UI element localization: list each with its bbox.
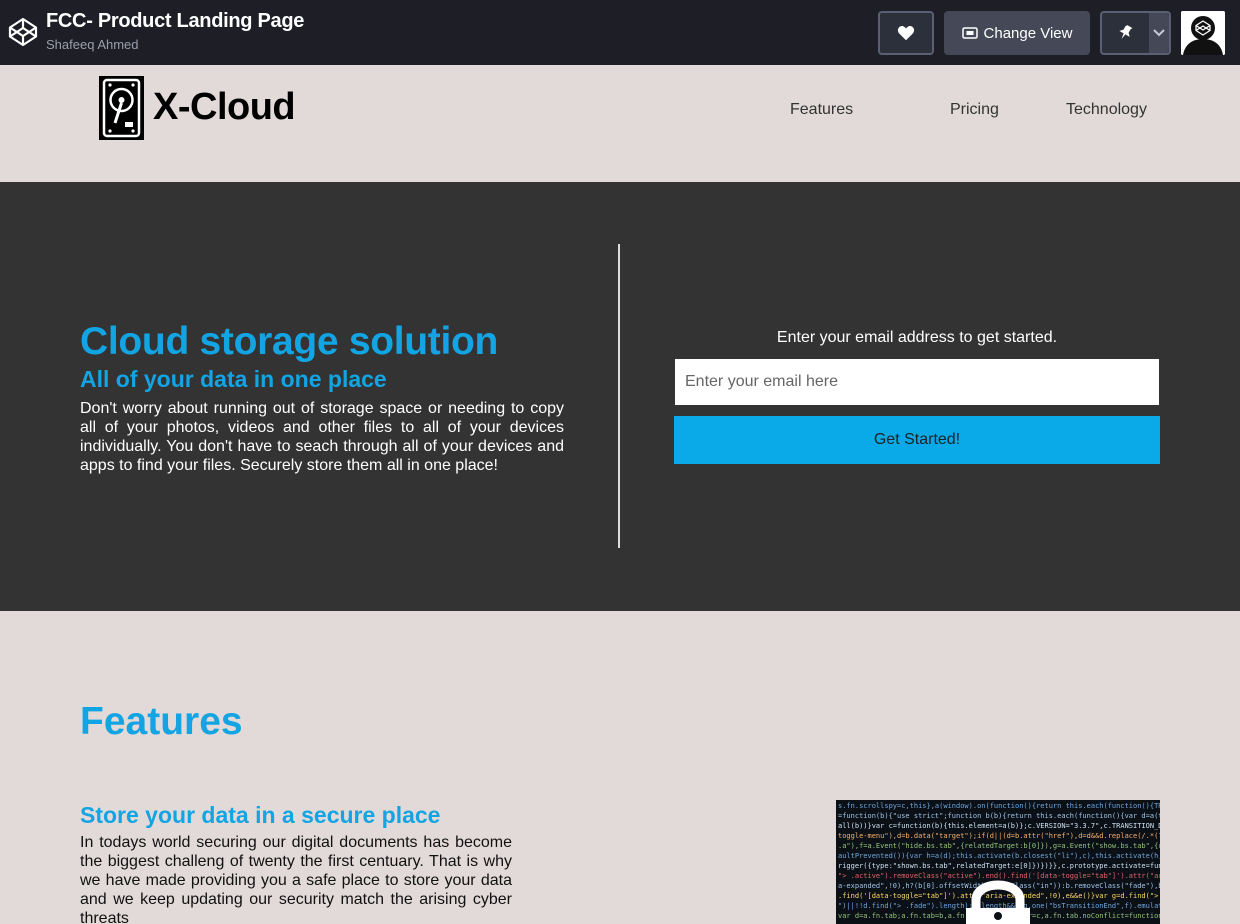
code-lock-graphic: s.fn.scrollspy=c,this},a(window).on(func… <box>836 800 1160 924</box>
email-input[interactable] <box>675 359 1159 405</box>
hero-description: Don't worry about running out of storage… <box>80 400 564 474</box>
hard-drive-logo-icon <box>99 76 144 140</box>
svg-text:"> .active").removeClass("acti: "> .active").removeClass("active").end()… <box>838 872 1160 880</box>
svg-text:all(b))}var c=function(b){this: all(b))}var c=function(b){this.element=a… <box>838 822 1160 830</box>
svg-text:toggle-menu"),d=b.data("target: toggle-menu"),d=b.data("target");if(d||(… <box>838 832 1160 840</box>
svg-text:=function(b){"use strict";func: =function(b){"use strict";function b(b){… <box>838 812 1160 820</box>
change-view-button[interactable]: Change View <box>944 11 1090 55</box>
brand-name: X-Cloud <box>153 86 296 128</box>
layout-icon <box>961 27 978 39</box>
hero-section: Cloud storage solution All of your data … <box>0 182 1240 611</box>
hero-divider <box>618 244 620 548</box>
svg-text:.a"),f=a.Event("hide.bs.tab",{: .a"),f=a.Event("hide.bs.tab",{relatedTar… <box>838 842 1160 850</box>
nav-link-technology[interactable]: Technology <box>1066 101 1147 119</box>
change-view-label: Change View <box>983 24 1073 42</box>
love-button[interactable] <box>878 11 934 55</box>
svg-text:aultPrevented()){var h=a(d);th: aultPrevented()){var h=a(d);this.activat… <box>838 852 1160 860</box>
chevron-down-icon <box>1153 29 1165 37</box>
nav-link-pricing[interactable]: Pricing <box>950 101 999 119</box>
features-heading: Features <box>80 700 243 743</box>
codepen-header: FCC- Product Landing Page Shafeeq Ahmed … <box>0 0 1240 65</box>
email-prompt: Enter your email address to get started. <box>776 329 1058 346</box>
codepen-logo-icon[interactable] <box>8 17 38 47</box>
pin-button-group[interactable] <box>1100 11 1171 55</box>
pin-menu-button[interactable] <box>1148 13 1169 53</box>
pin-button[interactable] <box>1102 13 1149 53</box>
pen-title[interactable]: FCC- Product Landing Page <box>46 10 304 33</box>
svg-text:s.fn.scrollspy=c,this},a(windo: s.fn.scrollspy=c,this},a(window).on(func… <box>838 802 1160 810</box>
hero-subtitle: All of your data in one place <box>80 366 387 392</box>
feature-title: Store your data in a secure place <box>80 802 441 828</box>
hero-title: Cloud storage solution <box>80 320 499 363</box>
nav-link-features[interactable]: Features <box>790 101 853 119</box>
svg-text:rigger({type:"shown.bs.tab",re: rigger({type:"shown.bs.tab",relatedTarge… <box>838 862 1160 870</box>
avatar-icon <box>1181 11 1225 55</box>
user-avatar[interactable] <box>1181 11 1225 55</box>
svg-text:.find('[data-toggle="tab"]').a: .find('[data-toggle="tab"]').attr("aria-… <box>838 892 1160 900</box>
heart-icon <box>897 26 915 41</box>
security-code-image: s.fn.scrollspy=c,this},a(window).on(func… <box>836 800 1160 924</box>
feature-description: In todays world securing our digital doc… <box>80 834 512 924</box>
pen-author[interactable]: Shafeeq Ahmed <box>46 37 139 52</box>
get-started-button[interactable]: Get Started! <box>674 416 1160 464</box>
pin-icon <box>1119 25 1133 40</box>
